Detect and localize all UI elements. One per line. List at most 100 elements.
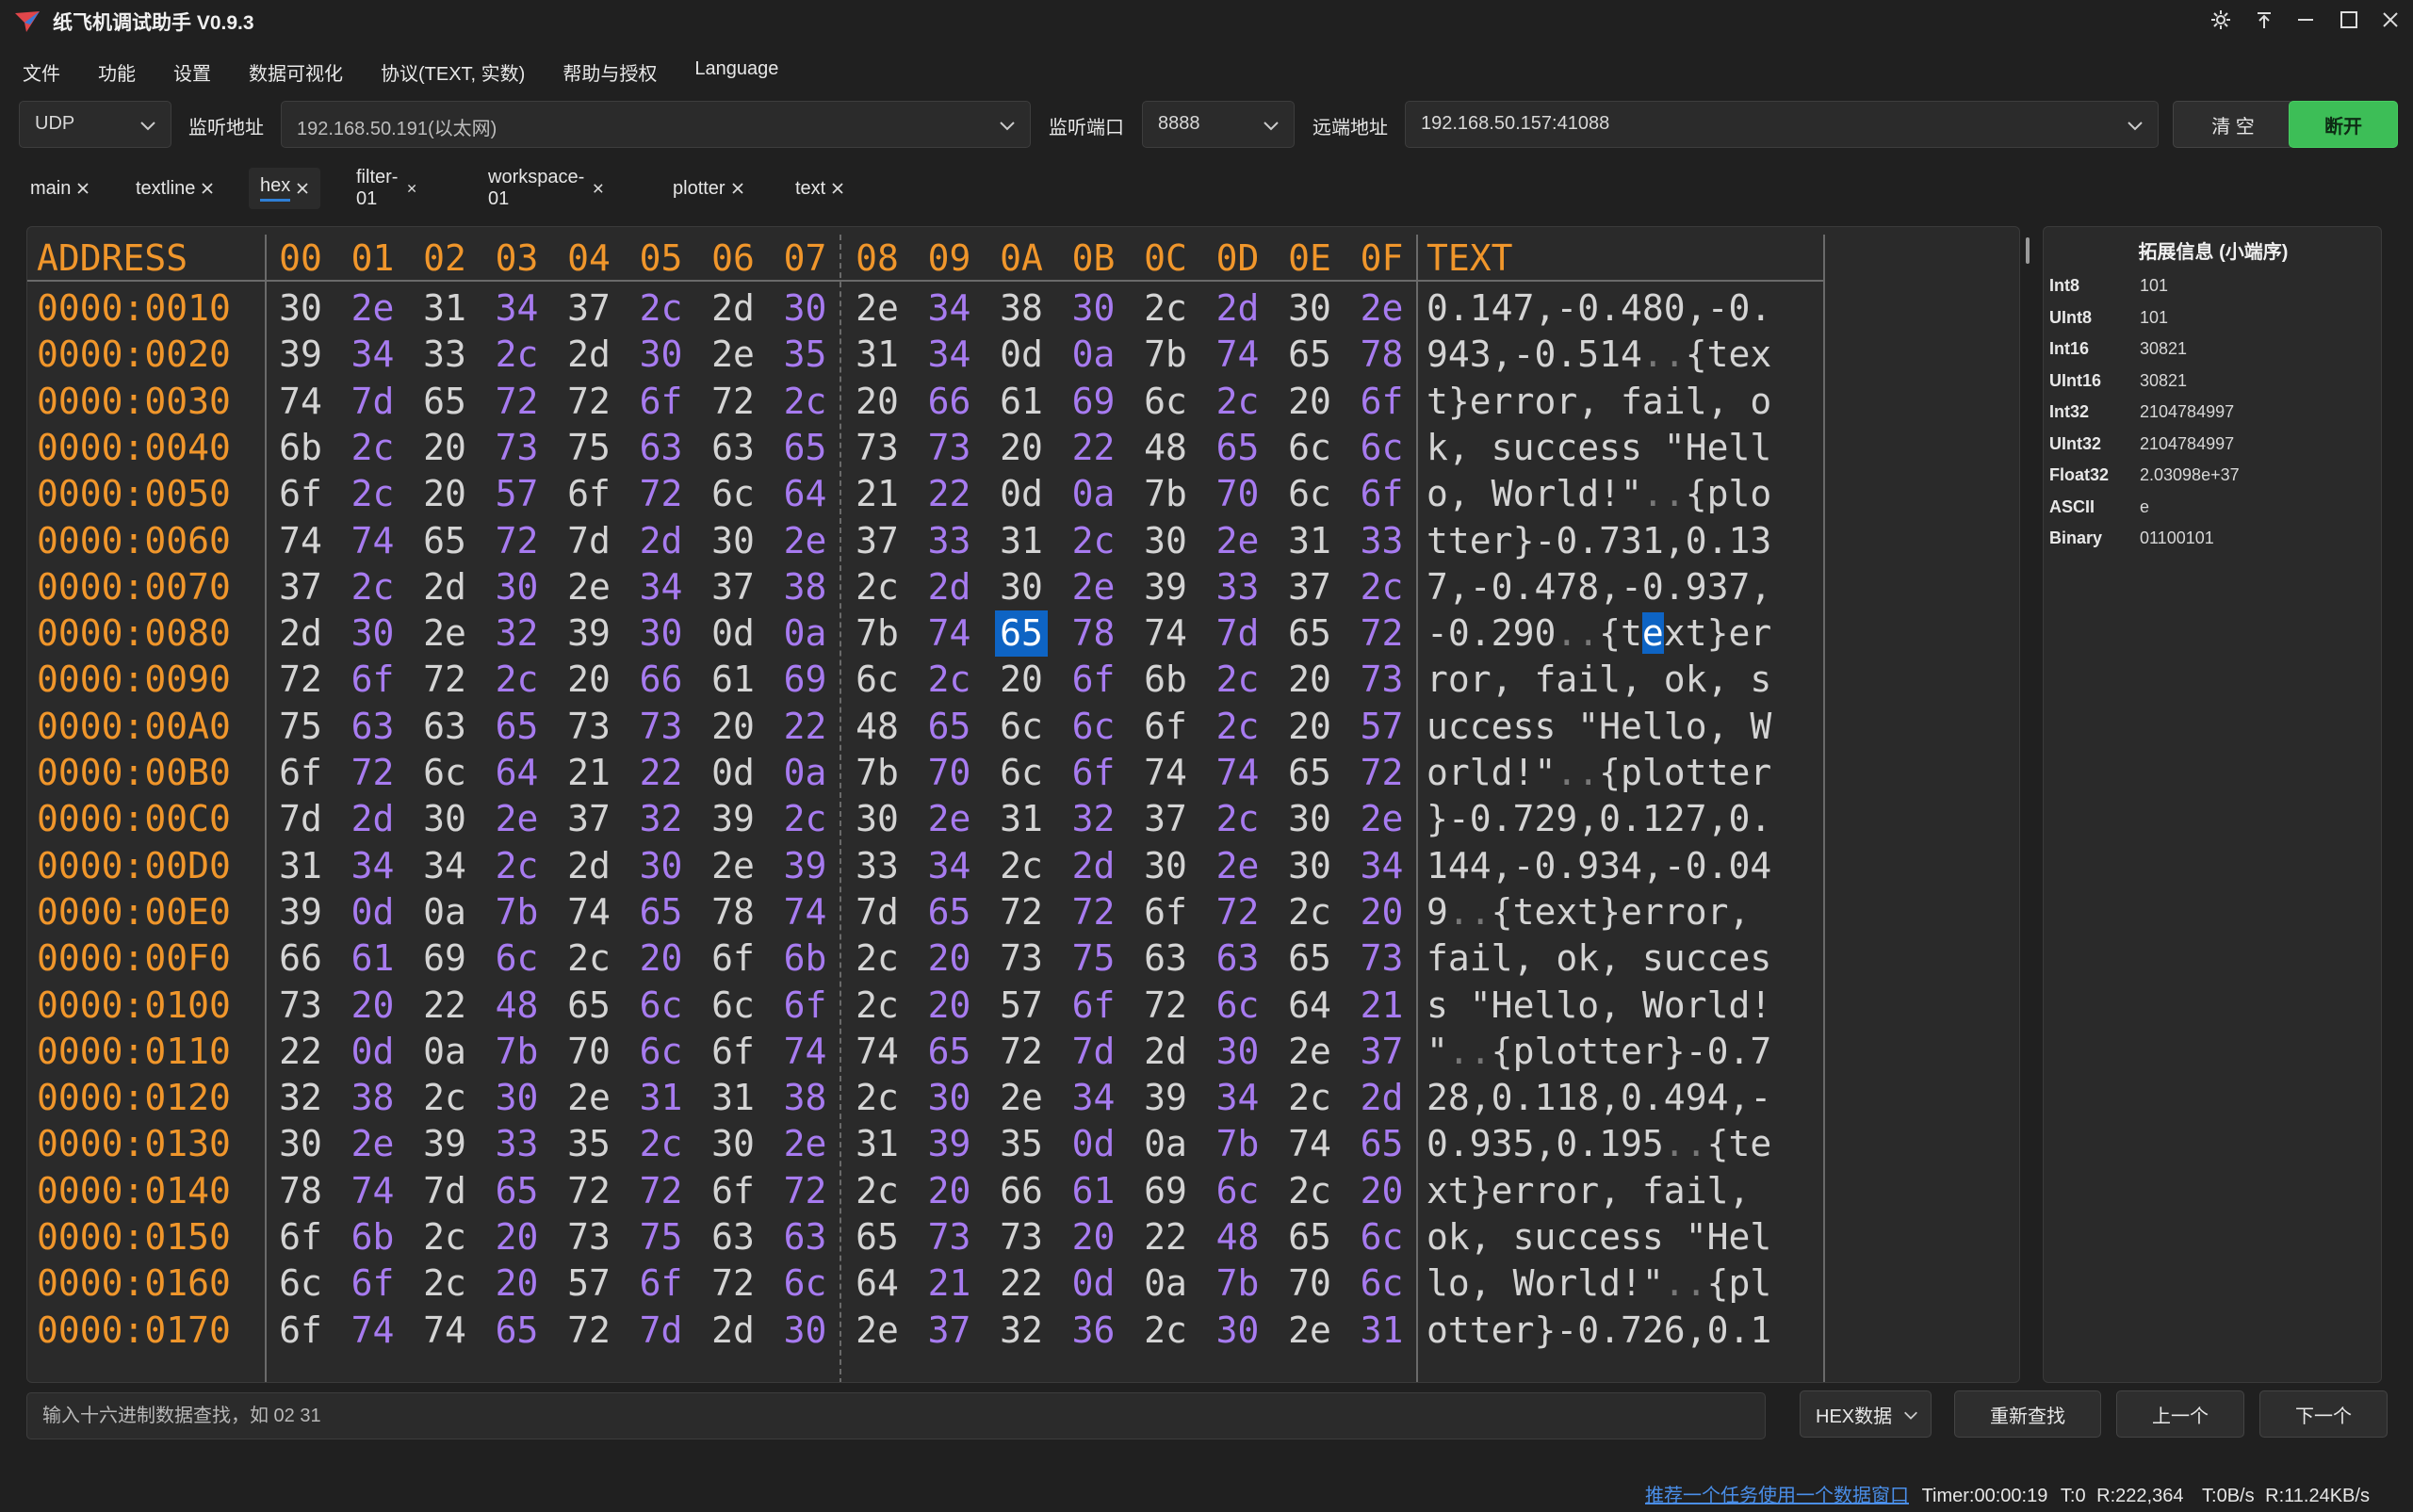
hex-byte[interactable]: 2c xyxy=(347,564,399,610)
row-text[interactable]: orld!"..{plotter xyxy=(1427,750,1771,796)
close-icon[interactable] xyxy=(593,182,604,195)
row-text[interactable]: }-0.729,0.127,0. xyxy=(1427,796,1771,842)
hex-byte[interactable]: 2c xyxy=(1139,285,1192,332)
hex-byte[interactable]: 72 xyxy=(635,1168,688,1214)
hex-byte[interactable]: 70 xyxy=(562,1029,615,1075)
hex-byte[interactable]: 22 xyxy=(1139,1214,1192,1260)
close-icon[interactable] xyxy=(76,182,90,195)
row-text[interactable]: otter}-0.726,0.1 xyxy=(1427,1308,1771,1354)
hex-byte[interactable]: 32 xyxy=(635,796,688,842)
hex-byte[interactable]: 38 xyxy=(779,1075,832,1121)
hex-byte[interactable]: 2d xyxy=(1212,285,1264,332)
hex-byte[interactable]: 20 xyxy=(491,1214,544,1260)
menu-visualization[interactable]: 数据可视化 xyxy=(249,53,343,87)
hex-row[interactable]: 0000:00F0 66 61 69 6c 2c 20 6f 6b 2c 20 73 75 63 63 65 7… xyxy=(27,935,1823,982)
hex-byte[interactable]: 31 xyxy=(418,285,471,332)
hex-byte[interactable]: 66 xyxy=(923,379,976,425)
hex-byte[interactable]: 2e xyxy=(707,843,759,889)
hex-byte[interactable]: 6c xyxy=(707,983,759,1029)
row-text[interactable]: 28,0.118,0.494,- xyxy=(1427,1075,1771,1121)
hex-byte[interactable]: 73 xyxy=(562,1214,615,1260)
hex-byte[interactable]: 72 xyxy=(1356,750,1409,796)
hex-byte[interactable]: 2d xyxy=(923,564,976,610)
hex-byte[interactable]: 20 xyxy=(851,379,904,425)
hex-byte[interactable]: 20 xyxy=(923,935,976,982)
hex-byte[interactable]: 2c xyxy=(562,935,615,982)
hex-byte[interactable]: 74 xyxy=(1139,610,1192,657)
hex-byte[interactable]: 6c xyxy=(707,471,759,517)
hex-byte[interactable]: 2e xyxy=(1212,518,1264,564)
hex-byte[interactable]: 20 xyxy=(1283,657,1336,703)
hex-byte[interactable]: 2c xyxy=(418,1075,471,1121)
hex-byte[interactable]: 74 xyxy=(779,1029,832,1075)
hex-byte[interactable]: 64 xyxy=(491,750,544,796)
hex-byte[interactable]: 30 xyxy=(491,564,544,610)
hex-byte[interactable]: 65 xyxy=(491,1168,544,1214)
hex-byte[interactable]: 2c xyxy=(851,935,904,982)
hex-byte[interactable]: 2c xyxy=(1212,796,1264,842)
hex-byte[interactable]: 38 xyxy=(347,1075,399,1121)
hex-byte[interactable]: 7b xyxy=(1139,471,1192,517)
hex-byte[interactable]: 2e xyxy=(491,796,544,842)
hex-byte[interactable]: 2d xyxy=(1356,1075,1409,1121)
hex-byte[interactable]: 2d xyxy=(418,564,471,610)
hex-byte[interactable]: 2c xyxy=(635,285,688,332)
hex-byte[interactable]: 21 xyxy=(562,750,615,796)
hex-byte[interactable]: 7d xyxy=(347,379,399,425)
hex-byte[interactable]: 38 xyxy=(995,285,1048,332)
hex-byte[interactable]: 6c xyxy=(491,935,544,982)
hex-byte[interactable]: 22 xyxy=(418,983,471,1029)
hex-byte[interactable]: 0a xyxy=(418,1029,471,1075)
hex-byte[interactable]: 6f xyxy=(274,1308,327,1354)
hex-byte[interactable]: 33 xyxy=(923,518,976,564)
hex-byte[interactable]: 20 xyxy=(562,657,615,703)
hex-byte[interactable]: 22 xyxy=(923,471,976,517)
hex-byte[interactable]: 37 xyxy=(1139,796,1192,842)
hex-byte[interactable]: 72 xyxy=(274,657,327,703)
hex-byte[interactable]: 20 xyxy=(995,657,1048,703)
hex-byte[interactable]: 6f xyxy=(707,935,759,982)
menu-function[interactable]: 功能 xyxy=(98,53,136,87)
hex-byte[interactable]: 6f xyxy=(1068,657,1120,703)
hex-byte[interactable]: 30 xyxy=(347,610,399,657)
hex-byte[interactable]: 74 xyxy=(1212,750,1264,796)
hex-byte[interactable]: 2e xyxy=(347,1121,399,1167)
hex-byte[interactable]: 2e xyxy=(1283,1308,1336,1354)
hex-row[interactable]: 0000:0150 6f 6b 2c 20 73 75 63 63 65 73 73 20 22 48 65 6… xyxy=(27,1214,1823,1260)
close-icon[interactable] xyxy=(2376,6,2405,34)
hex-byte[interactable]: 64 xyxy=(851,1260,904,1307)
hex-byte[interactable]: 72 xyxy=(1356,610,1409,657)
hex-byte[interactable]: 65 xyxy=(635,889,688,935)
hex-byte[interactable]: 33 xyxy=(491,1121,544,1167)
tab-textline[interactable]: textline xyxy=(124,168,225,209)
hex-byte[interactable]: 0a xyxy=(1139,1260,1192,1307)
hex-byte[interactable]: 6c xyxy=(1283,471,1336,517)
hex-byte[interactable]: 75 xyxy=(562,425,615,471)
hex-byte[interactable]: 2c xyxy=(851,1168,904,1214)
hex-byte[interactable]: 74 xyxy=(779,889,832,935)
hex-byte[interactable]: 0a xyxy=(418,889,471,935)
hex-byte[interactable]: 34 xyxy=(923,843,976,889)
tab-workspace-01[interactable]: workspace-01 xyxy=(477,167,614,209)
hex-byte[interactable]: 2e xyxy=(1283,1029,1336,1075)
hex-byte[interactable]: 6f xyxy=(347,1260,399,1307)
hex-byte[interactable]: 48 xyxy=(1139,425,1192,471)
close-icon[interactable] xyxy=(296,182,309,195)
hex-byte[interactable]: 63 xyxy=(418,704,471,750)
hex-byte[interactable]: 21 xyxy=(923,1260,976,1307)
hex-row[interactable]: 0000:0140 78 74 7d 65 72 72 6f 72 2c 20 66 61 69 6c 2c 2… xyxy=(27,1168,1823,1214)
hex-byte[interactable]: 20 xyxy=(1068,1214,1120,1260)
hex-byte[interactable]: 74 xyxy=(923,610,976,657)
hex-byte[interactable]: 75 xyxy=(274,704,327,750)
hex-byte[interactable]: 32 xyxy=(274,1075,327,1121)
hex-byte[interactable]: 61 xyxy=(707,657,759,703)
minimize-icon[interactable] xyxy=(2291,6,2320,34)
hex-byte[interactable]: 65 xyxy=(1283,1214,1336,1260)
hex-byte[interactable]: 30 xyxy=(1068,285,1120,332)
hex-byte[interactable]: 2e xyxy=(851,285,904,332)
hex-byte[interactable]: 65 xyxy=(418,518,471,564)
hex-byte[interactable]: 6c xyxy=(1356,425,1409,471)
hex-byte[interactable]: 7d xyxy=(1068,1029,1120,1075)
hex-byte[interactable]: 31 xyxy=(851,1121,904,1167)
hex-byte[interactable]: 73 xyxy=(491,425,544,471)
